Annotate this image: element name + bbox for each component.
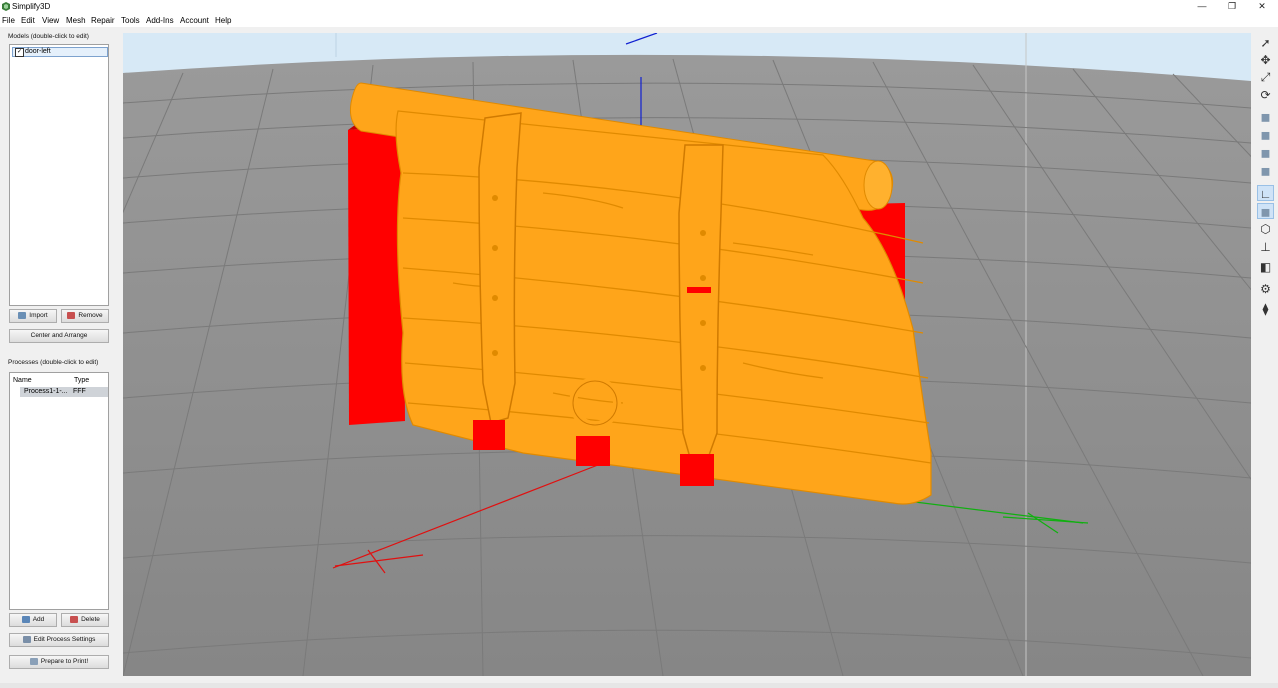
view-top-icon[interactable]: ◼ xyxy=(1257,109,1274,125)
processes-label: Processes (double-click to edit) xyxy=(8,359,99,366)
left-panel: Models (double-click to edit) ✓ door-lef… xyxy=(0,28,121,683)
menu-repair[interactable]: Repair xyxy=(91,16,115,25)
close-button[interactable]: ✕ xyxy=(1247,0,1277,14)
settings-gear-icon[interactable]: ⚙ xyxy=(1257,281,1274,297)
delete-icon xyxy=(70,615,79,623)
processes-list[interactable]: Name Type Process1-1-... FFF xyxy=(9,372,109,610)
model-visible-checkbox[interactable]: ✓ xyxy=(15,48,24,57)
support-small xyxy=(687,287,711,293)
add-process-button[interactable]: Add xyxy=(9,613,57,627)
import-button[interactable]: Import xyxy=(9,309,57,323)
window-title: Simplify3D xyxy=(12,2,51,11)
wireframe-icon[interactable]: ⬡ xyxy=(1257,221,1274,237)
menu-mesh[interactable]: Mesh xyxy=(66,16,86,25)
menu-account[interactable]: Account xyxy=(180,16,209,25)
process-type: FFF xyxy=(73,388,86,395)
solid-view-icon[interactable]: ◼ xyxy=(1257,203,1274,219)
remove-button[interactable]: Remove xyxy=(61,309,109,323)
column-type-header[interactable]: Type xyxy=(74,377,89,384)
view-iso-icon[interactable]: ◼ xyxy=(1257,163,1274,179)
rotate-icon[interactable]: ⟳ xyxy=(1257,87,1274,103)
scale-icon[interactable]: ⤢ xyxy=(1257,69,1274,85)
model-name: door-left xyxy=(25,48,51,55)
delete-process-button[interactable]: Delete xyxy=(61,613,109,627)
select-icon[interactable]: ➚ xyxy=(1257,35,1274,51)
edit-settings-icon xyxy=(22,635,31,643)
app-logo-icon xyxy=(2,2,10,11)
add-icon xyxy=(21,615,30,623)
process-row[interactable]: Process1-1-... FFF xyxy=(20,387,108,397)
status-bar xyxy=(0,683,1278,688)
model-item-door-left[interactable]: ✓ door-left xyxy=(12,47,108,57)
support-left xyxy=(348,125,405,425)
menu-add-ins[interactable]: Add-Ins xyxy=(146,16,174,25)
menu-edit[interactable]: Edit xyxy=(21,16,35,25)
move-icon[interactable]: ✥ xyxy=(1257,52,1274,68)
models-label: Models (double-click to edit) xyxy=(8,33,89,40)
view-front-icon[interactable]: ◼ xyxy=(1257,127,1274,143)
axes-icon[interactable]: ∟ xyxy=(1257,185,1274,201)
support-block-2 xyxy=(576,436,610,466)
menu-file[interactable]: File xyxy=(2,16,15,25)
column-name-header[interactable]: Name xyxy=(13,377,32,384)
maximize-button[interactable]: ❐ xyxy=(1217,0,1247,14)
door-strap-left xyxy=(478,112,522,424)
view-side-icon[interactable]: ◼ xyxy=(1257,145,1274,161)
menu-help[interactable]: Help xyxy=(215,16,231,25)
cross-section-icon[interactable]: ◧ xyxy=(1257,259,1274,275)
center-arrange-button[interactable]: Center and Arrange xyxy=(9,329,109,343)
import-icon xyxy=(18,311,27,319)
prepare-to-print-button[interactable]: Prepare to Print! xyxy=(9,655,109,669)
axis-toggle-icon[interactable]: ⊥ xyxy=(1257,239,1274,255)
remove-icon xyxy=(67,311,76,319)
menu-bar: File Edit View Mesh Repair Tools Add-Ins… xyxy=(0,14,1278,27)
3d-viewport[interactable] xyxy=(123,33,1251,676)
process-name: Process1-1-... xyxy=(24,388,68,395)
models-list[interactable]: ✓ door-left xyxy=(9,44,109,306)
edit-process-settings-button[interactable]: Edit Process Settings xyxy=(9,633,109,647)
right-toolbar: ➚ ✥ ⤢ ⟳ ◼ ◼ ◼ ◼ ∟ ◼ ⬡ ⊥ ◧ ⚙ ⧫ xyxy=(1255,33,1278,323)
support-block-3 xyxy=(680,454,714,486)
minimize-button[interactable]: — xyxy=(1187,0,1217,14)
title-bar: Simplify3D — ❐ ✕ xyxy=(0,0,1278,14)
door-strap-right xyxy=(678,144,724,462)
menu-tools[interactable]: Tools xyxy=(121,16,140,25)
print-icon xyxy=(29,657,38,665)
support-icon[interactable]: ⧫ xyxy=(1257,301,1274,317)
menu-view[interactable]: View xyxy=(42,16,59,25)
support-block-1 xyxy=(473,420,505,450)
